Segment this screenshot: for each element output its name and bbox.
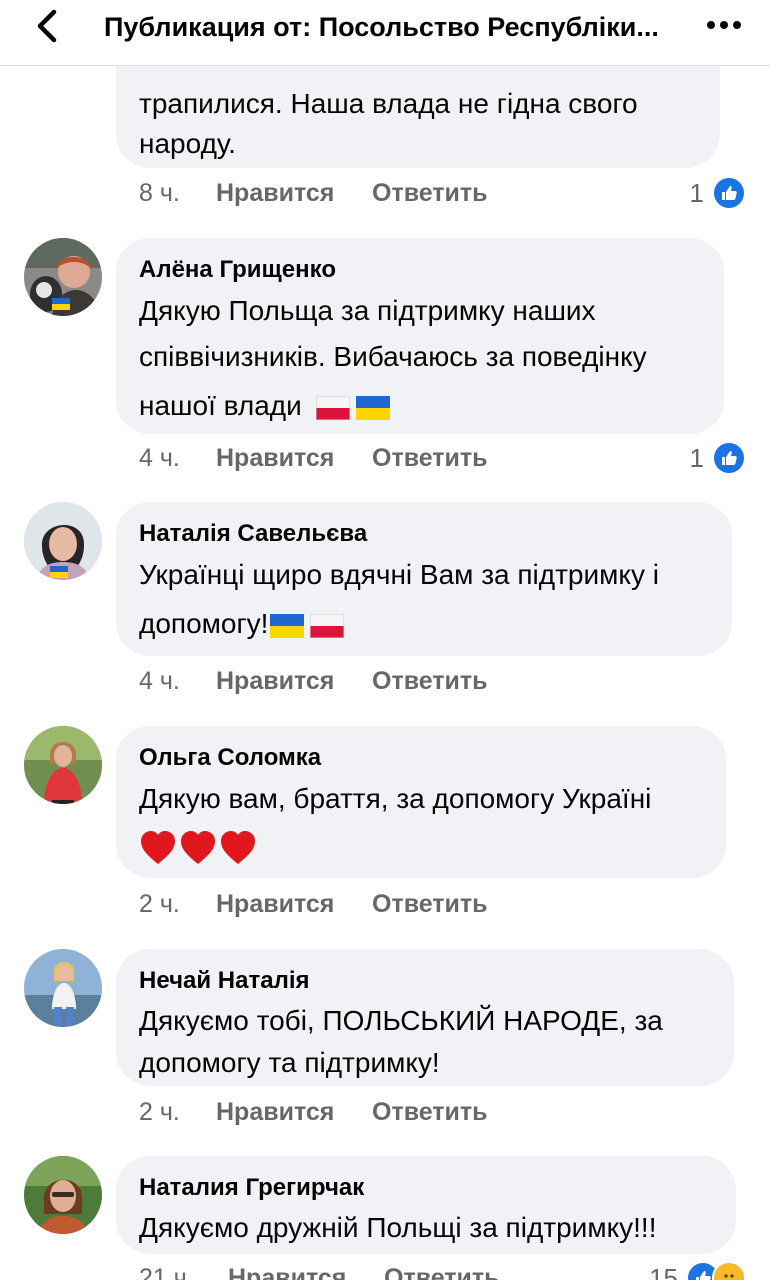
avatar[interactable] — [24, 502, 102, 580]
reply-button[interactable]: Ответить — [372, 661, 488, 701]
comment-author[interactable]: Наталія Савельєва — [139, 516, 710, 552]
comment-text-line-with-flags: допомогу! — [139, 598, 710, 650]
reaction-count: 1 — [689, 442, 704, 473]
comment-bubble[interactable]: Наталия Грегирчак Дякуємо дружній Польщі… — [116, 1156, 736, 1254]
comment-time: 4 ч. — [139, 444, 180, 472]
comment-time: 2 ч. — [139, 890, 180, 918]
like-button[interactable]: Нравится — [216, 661, 334, 701]
comment-time: 8 ч. — [139, 179, 180, 207]
like-button[interactable]: Нравится — [216, 438, 334, 478]
like-button[interactable]: Нравится — [216, 173, 334, 213]
comment-bubble[interactable]: Алёна Грищенко Дякую Польща за підтримку… — [116, 238, 724, 434]
reaction-summary[interactable]: 1 — [690, 173, 746, 213]
reaction-count: 1 — [689, 177, 704, 208]
comment-text-line: трапилися. Наша влада не гідна свого — [139, 88, 638, 119]
comment-author[interactable]: Нечай Наталія — [139, 963, 712, 999]
comment-author[interactable]: Ольга Соломка — [139, 740, 704, 776]
comment-time: 21 ч. — [139, 1264, 194, 1280]
avatar[interactable] — [24, 726, 102, 804]
back-button[interactable] — [28, 6, 68, 46]
red-heart-icon — [221, 831, 255, 864]
comment-text-line-with-flags: нашої влади — [139, 380, 702, 432]
comment-text: допомогу! — [139, 608, 269, 639]
more-dots-icon — [707, 21, 741, 29]
comment-time: 4 ч. — [139, 667, 180, 695]
reply-button[interactable]: Ответить — [372, 173, 488, 213]
comment-text-line: Українці щиро вдячні Вам за підтримку і — [139, 559, 659, 590]
poland-flag-icon — [315, 395, 350, 420]
red-heart-icon — [141, 831, 175, 864]
like-reaction-icon — [712, 441, 746, 475]
comment-text-line: народу. — [139, 128, 236, 159]
reply-button[interactable]: Ответить — [372, 884, 488, 924]
avatar[interactable] — [24, 238, 102, 316]
reaction-icons — [686, 1261, 746, 1280]
comments-page: Публикация от: Посольство Республіки... … — [0, 0, 770, 1280]
reply-button[interactable]: Ответить — [384, 1258, 500, 1280]
comment-text-line: Дякую Польща за підтримку наших — [139, 295, 596, 326]
red-heart-icon — [181, 831, 215, 864]
top-bar: Публикация от: Посольство Республіки... — [0, 0, 770, 66]
reaction-count: 15 — [649, 1262, 678, 1280]
reply-button[interactable]: Ответить — [372, 1092, 488, 1132]
like-reaction-icon — [712, 176, 746, 210]
comment-time: 2 ч. — [139, 1098, 180, 1126]
avatar[interactable] — [24, 949, 102, 1027]
comment-author[interactable]: Алёна Грищенко — [139, 252, 702, 288]
comment-bubble[interactable]: Ольга Соломка Дякую вам, браття, за допо… — [116, 726, 726, 878]
comment-text-line: допомогу та підтримку! — [139, 1047, 440, 1078]
more-options-button[interactable] — [704, 10, 744, 40]
comment-bubble[interactable]: Наталія Савельєва Українці щиро вдячні В… — [116, 502, 732, 656]
ukraine-flag-icon — [270, 613, 305, 638]
comment-author[interactable]: Наталия Грегирчак — [139, 1170, 714, 1206]
comment-text: нашої влади — [139, 390, 302, 421]
like-button[interactable]: Нравится — [228, 1258, 346, 1280]
comment-bubble[interactable]: Нечай Наталія Дякуємо тобі, ПОЛЬСЬКИЙ НА… — [116, 949, 734, 1086]
ukraine-flag-icon — [355, 395, 390, 420]
avatar[interactable] — [24, 1156, 102, 1234]
comment-text-line: Дякую вам, браття, за допомогу Україні — [139, 783, 652, 814]
like-button[interactable]: Нравится — [216, 1092, 334, 1132]
reaction-summary[interactable]: 15 — [649, 1258, 746, 1280]
poland-flag-icon — [310, 613, 345, 638]
comment-text-line: Дякуємо тобі, ПОЛЬСЬКИЙ НАРОДЕ, за — [139, 1005, 663, 1036]
care-reaction-icon — [712, 1261, 746, 1280]
comment-text-line: співвічизників. Вибачаюсь за поведінку — [139, 341, 647, 372]
hearts-row — [139, 822, 704, 874]
like-button[interactable]: Нравится — [216, 884, 334, 924]
chevron-left-icon — [37, 9, 57, 43]
comment-text-line: Дякуємо дружній Польщі за підтримку!!! — [139, 1212, 657, 1243]
reaction-summary[interactable]: 1 — [690, 438, 746, 478]
page-title: Публикация от: Посольство Республіки... — [104, 12, 659, 42]
reply-button[interactable]: Ответить — [372, 438, 488, 478]
